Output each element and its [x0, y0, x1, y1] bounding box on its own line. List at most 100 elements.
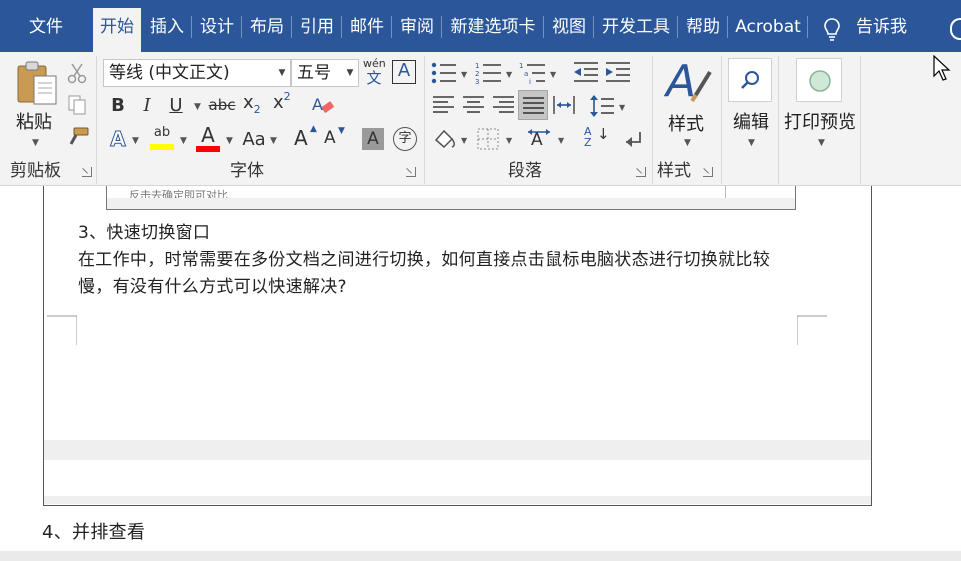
tab-home[interactable]: 开始	[93, 8, 141, 52]
distributed-align-icon[interactable]	[552, 94, 576, 116]
tab-mailings[interactable]: 邮件	[343, 8, 392, 46]
italic-button[interactable]: I	[135, 92, 159, 118]
paste-dropdown-caret[interactable]: ▼	[32, 138, 39, 148]
svg-text:i: i	[529, 78, 531, 86]
decrease-indent-icon[interactable]	[572, 60, 600, 86]
line-spacing-icon[interactable]: ▼	[588, 94, 630, 118]
shading-icon[interactable]: ▼	[432, 126, 472, 152]
lightbulb-icon	[824, 18, 840, 41]
group-separator	[652, 56, 653, 184]
change-case-dropdown-caret[interactable]: ▼	[270, 136, 277, 146]
ribbon: 粘贴 ▼ 剪贴板 等线 (中文正文) ▼ 五号 ▼ wén 文 A B I U ▼ …	[0, 52, 961, 186]
underline-button[interactable]: U	[164, 92, 188, 118]
svg-text:A: A	[531, 130, 543, 150]
sort-button[interactable]: AZ ↓	[584, 126, 610, 152]
paste-icon[interactable]	[14, 58, 60, 106]
phonetic-guide-button[interactable]: wén 文	[363, 58, 386, 88]
clipboard-launcher-icon[interactable]	[82, 167, 92, 177]
align-right-icon[interactable]	[492, 94, 516, 116]
heading-4: 4、并排查看	[42, 522, 146, 543]
crop-mark-right	[797, 315, 827, 345]
multilevel-list-icon[interactable]: 1ai ▼	[519, 60, 561, 86]
tab-file[interactable]: 文件	[8, 8, 84, 46]
svg-text:3: 3	[475, 78, 479, 86]
subscript-button[interactable]: x2	[243, 92, 267, 118]
styles-launcher-icon[interactable]	[703, 167, 713, 177]
font-group-label: 字体	[230, 161, 264, 181]
tab-references[interactable]: 引用	[293, 8, 342, 46]
character-border-button[interactable]: A	[392, 60, 416, 84]
tab-acrobat[interactable]: Acrobat	[729, 8, 808, 46]
clipboard-group-label: 剪贴板	[10, 161, 61, 181]
copy-icon[interactable]	[66, 94, 88, 116]
svg-text:▼: ▼	[619, 103, 626, 112]
numbering-icon[interactable]: 123 ▼	[475, 60, 517, 86]
change-case-button[interactable]: Aa	[240, 126, 268, 152]
font-size-select[interactable]: 五号 ▼	[291, 59, 359, 87]
tab-design[interactable]: 设计	[193, 8, 242, 46]
svg-text:A: A	[664, 58, 696, 104]
tab-developer[interactable]: 开发工具	[595, 8, 678, 46]
group-separator	[721, 56, 722, 184]
paste-button-label[interactable]: 粘贴	[16, 108, 52, 134]
print-preview-icon-box[interactable]	[796, 58, 842, 102]
search-icon	[741, 71, 759, 89]
editing-dropdown-caret[interactable]: ▼	[748, 138, 755, 148]
tab-review[interactable]: 审阅	[393, 8, 442, 46]
align-left-icon[interactable]	[432, 94, 456, 116]
svg-text:1: 1	[475, 62, 479, 70]
tab-view[interactable]: 视图	[545, 8, 594, 46]
print-preview-button-label[interactable]: 打印预览	[784, 108, 856, 134]
show-formatting-marks-icon[interactable]	[620, 126, 646, 152]
format-painter-icon[interactable]	[66, 126, 90, 148]
svg-text:a: a	[524, 70, 528, 78]
group-separator	[860, 56, 861, 184]
bold-button[interactable]: B	[106, 92, 130, 118]
paragraph-launcher-icon[interactable]	[636, 167, 646, 177]
align-center-icon[interactable]	[462, 94, 486, 116]
clear-formatting-icon[interactable]: A	[310, 94, 336, 118]
character-shading-button[interactable]: A	[362, 128, 384, 150]
styles-icon[interactable]: A	[664, 58, 712, 104]
text-highlight-button[interactable]: ab	[148, 124, 176, 154]
mouse-cursor-icon	[933, 55, 951, 81]
font-color-button[interactable]: A	[194, 124, 222, 154]
grow-font-button[interactable]: A ▲	[294, 124, 318, 154]
highlight-color-swatch	[150, 144, 174, 150]
font-name-select[interactable]: 等线 (中文正文) ▼	[103, 59, 291, 87]
font-launcher-icon[interactable]	[406, 167, 416, 177]
underline-dropdown-caret[interactable]: ▼	[194, 102, 201, 112]
account-icon[interactable]	[950, 18, 961, 40]
tell-me-search[interactable]: 告诉我	[856, 8, 907, 46]
superscript-button[interactable]: x2	[273, 90, 297, 118]
bullets-icon[interactable]: ▼	[430, 60, 472, 86]
svg-text:▼: ▼	[550, 70, 557, 79]
tab-layout[interactable]: 布局	[243, 8, 292, 46]
justify-button[interactable]	[518, 90, 548, 120]
font-color-dropdown-caret[interactable]: ▼	[226, 136, 233, 146]
editing-button-label[interactable]: 编辑	[733, 108, 769, 134]
group-separator	[96, 56, 97, 184]
increase-indent-icon[interactable]	[604, 60, 632, 86]
styles-dropdown-caret[interactable]: ▼	[684, 138, 691, 148]
styles-button-label[interactable]: 样式	[668, 110, 704, 136]
print-preview-dropdown-caret[interactable]: ▼	[818, 138, 825, 148]
shrink-font-button[interactable]: A ▼	[324, 126, 348, 154]
enclose-characters-button[interactable]: 字	[393, 127, 417, 151]
editing-icon-box[interactable]	[728, 58, 772, 102]
print-preview-icon	[809, 70, 831, 92]
svg-text:▼: ▼	[506, 136, 513, 145]
tab-new-tab[interactable]: 新建选项卡	[443, 8, 544, 46]
highlight-dropdown-caret[interactable]: ▼	[180, 136, 187, 146]
svg-text:▼: ▼	[506, 70, 513, 79]
text-effects-dropdown-caret[interactable]: ▼	[132, 136, 139, 146]
text-effects-button[interactable]: A	[106, 126, 130, 152]
tab-help[interactable]: 帮助	[679, 8, 728, 46]
chinese-layout-icon[interactable]: A ▼	[528, 126, 570, 152]
strikethrough-button[interactable]: abc	[207, 92, 237, 118]
crop-mark-left	[47, 315, 77, 345]
cut-icon[interactable]	[66, 62, 88, 84]
nested-screenshot-frame: 反击去确定即可对比	[106, 186, 796, 210]
borders-icon[interactable]: ▼	[476, 126, 518, 152]
tab-insert[interactable]: 插入	[143, 8, 192, 46]
